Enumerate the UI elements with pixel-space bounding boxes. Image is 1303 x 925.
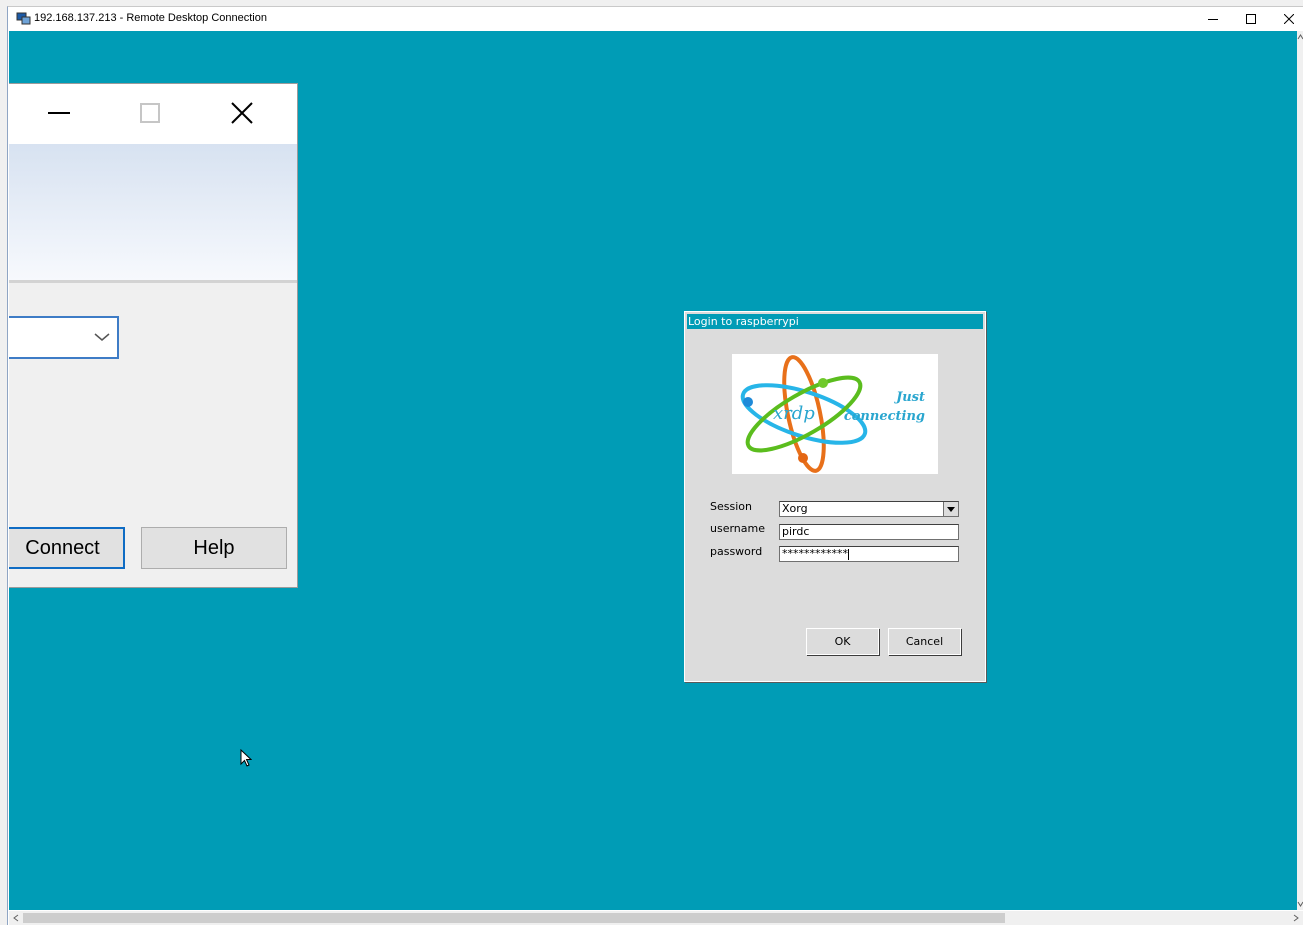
password-label: password [710,545,763,558]
rdc-minimize-button[interactable] [40,98,78,128]
rdc-window: Connect Help [9,83,298,588]
session-dropdown-button[interactable] [943,502,958,516]
xrdp-atom-icon: xrdp Just connecting [740,355,925,473]
minimize-icon [48,112,70,114]
close-button[interactable] [1270,7,1303,31]
session-select[interactable]: Xorg [779,501,959,517]
horizontal-scroll-thumb[interactable] [23,913,1005,923]
session-value: Xorg [782,502,808,515]
vertical-scrollbar[interactable] [1297,31,1303,910]
scroll-down-icon[interactable] [1297,900,1303,908]
logo-text: xrdp [773,403,815,424]
title-bar: 192.168.137.213 - Remote Desktop Connect… [8,7,1303,31]
minimize-icon [1208,19,1218,20]
username-field[interactable]: pirdc [779,524,959,540]
text-cursor [848,548,849,560]
password-value: ************ [782,547,848,560]
logo-tagline-1: Just [893,390,925,405]
rdc-close-button[interactable] [223,98,261,128]
logo-tagline-2: connecting [844,409,925,424]
scroll-right-icon[interactable] [1292,914,1300,922]
chevron-down-icon [94,333,110,341]
help-button[interactable]: Help [141,527,287,569]
remote-desktop-window: 192.168.137.213 - Remote Desktop Connect… [7,6,1303,925]
close-icon [1284,14,1294,24]
horizontal-scrollbar[interactable] [9,911,1303,925]
xrdp-logo: xrdp Just connecting [732,354,938,474]
ok-button[interactable]: OK [806,628,879,655]
rdc-banner [9,144,297,283]
maximize-button[interactable] [1232,7,1270,31]
mouse-pointer-icon [240,749,252,767]
scroll-up-icon[interactable] [1297,33,1303,41]
remote-desktop[interactable]: Connect Help Login to raspberrypi xrdp J… [9,31,1297,910]
username-label: username [710,522,765,535]
scroll-left-icon[interactable] [12,914,20,922]
close-icon [231,102,253,124]
chevron-down-icon [947,507,955,512]
connect-button[interactable]: Connect [9,527,125,569]
dialog-title: Login to raspberrypi [687,314,983,329]
minimize-button[interactable] [1194,7,1232,31]
xrdp-login-dialog: Login to raspberrypi xrdp Just connectin… [684,311,986,682]
computer-combo[interactable] [9,316,119,359]
cancel-button[interactable]: Cancel [888,628,961,655]
maximize-icon [1246,14,1256,24]
password-field[interactable]: ************ [779,546,959,562]
maximize-icon [140,103,160,123]
window-title: 192.168.137.213 - Remote Desktop Connect… [34,12,267,24]
session-label: Session [710,500,752,513]
rdp-app-icon [16,12,31,25]
rdc-title-bar [9,84,297,144]
rdc-maximize-button[interactable] [131,98,169,128]
